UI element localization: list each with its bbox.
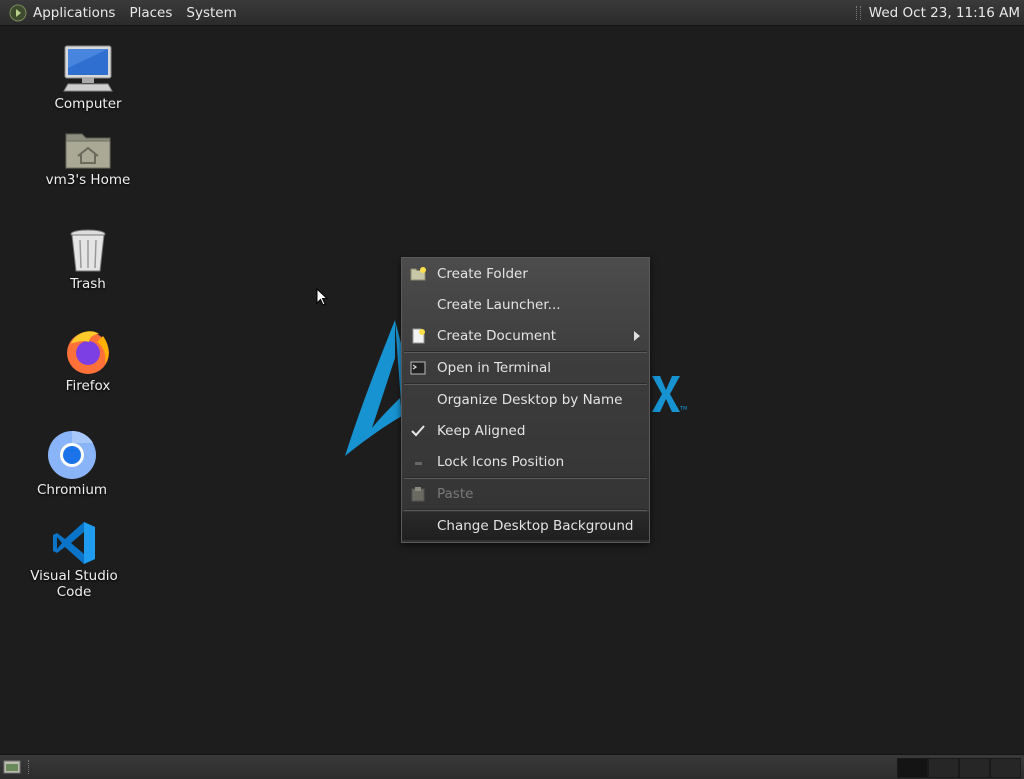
top-panel: Applications Places System Wed Oct 23, 1… [0,0,1024,26]
menu-item-change-background[interactable]: Change Desktop Background [402,512,649,540]
desktop-icon-firefox[interactable]: Firefox [28,326,148,394]
menu-item-label: Change Desktop Background [437,518,634,534]
system-menu[interactable]: System [186,5,236,21]
menu-item-label: Paste [437,486,474,502]
menu-item-label: Create Document [437,328,557,344]
terminal-icon [410,361,426,375]
desktop-icon-computer[interactable]: Computer [28,44,148,112]
menu-item-keep-aligned[interactable]: Keep Aligned [402,417,649,445]
menu-divider [404,477,647,479]
new-folder-icon [410,267,426,281]
checkmark-icon [411,425,425,437]
chromium-icon [48,430,96,479]
menu-item-create-document[interactable]: Create Document [402,322,649,350]
menu-divider [404,509,647,511]
panel-right-area: Wed Oct 23, 11:16 AM [855,0,1024,25]
submenu-arrow-icon [634,331,640,341]
desktop-icon-label: vm3's Home [45,172,131,188]
workspace-1[interactable] [897,758,928,778]
paste-icon [411,487,425,502]
lock-toggle-icon [415,462,422,465]
workspace-2[interactable] [928,758,959,778]
home-folder-icon [65,133,111,169]
vscode-icon [53,522,95,564]
svg-text:TM: TM [679,406,687,412]
trash-icon [70,229,106,272]
menu-item-label: Organize Desktop by Name [437,392,623,408]
menu-divider [404,351,647,353]
bottom-panel [0,754,1024,779]
desktop-context-menu: Create Folder Create Launcher... Create … [401,257,650,543]
places-menu[interactable]: Places [129,5,172,21]
workspace-3[interactable] [959,758,990,778]
applications-menu[interactable]: Applications [33,5,115,21]
desktop-icon-trash[interactable]: Trash [28,228,148,292]
desktop-icon-chromium[interactable]: Chromium [12,430,132,498]
desktop-icon-label: Computer [54,96,122,112]
desktop-icon-vscode[interactable]: Visual Studio Code [14,520,134,600]
firefox-icon [67,331,109,374]
menu-item-organize-desktop[interactable]: Organize Desktop by Name [402,386,649,414]
menu-item-label: Create Folder [437,266,528,282]
menu-item-open-terminal[interactable]: Open in Terminal [402,354,649,382]
panel-separator [855,5,861,20]
workspace-4[interactable] [990,758,1021,778]
applications-menu-icon[interactable] [9,4,27,22]
menu-item-create-folder[interactable]: Create Folder [402,260,649,288]
computer-icon [63,45,113,92]
menu-divider [404,383,647,385]
menu-item-lock-icons[interactable]: Lock Icons Position [402,448,649,476]
menu-item-label: Open in Terminal [437,360,551,376]
menu-item-label: Create Launcher... [437,297,561,313]
menu-item-label: Lock Icons Position [437,454,565,470]
desktop-icon-label: Trash [70,276,106,292]
mouse-pointer-icon [316,288,328,306]
menu-item-label: Keep Aligned [437,423,526,439]
desktop-icon-label: Chromium [36,482,108,498]
desktop-icon-label: Firefox [65,378,111,394]
panel-grip [28,760,33,774]
menu-item-create-launcher[interactable]: Create Launcher... [402,291,649,319]
clock[interactable]: Wed Oct 23, 11:16 AM [869,5,1020,21]
desktop-icon-home[interactable]: vm3's Home [28,128,148,188]
new-document-icon [412,328,425,344]
show-desktop-icon[interactable] [3,759,21,775]
menu-item-paste[interactable]: Paste [402,480,649,508]
desktop-icon-label: Visual Studio Code [30,568,118,600]
